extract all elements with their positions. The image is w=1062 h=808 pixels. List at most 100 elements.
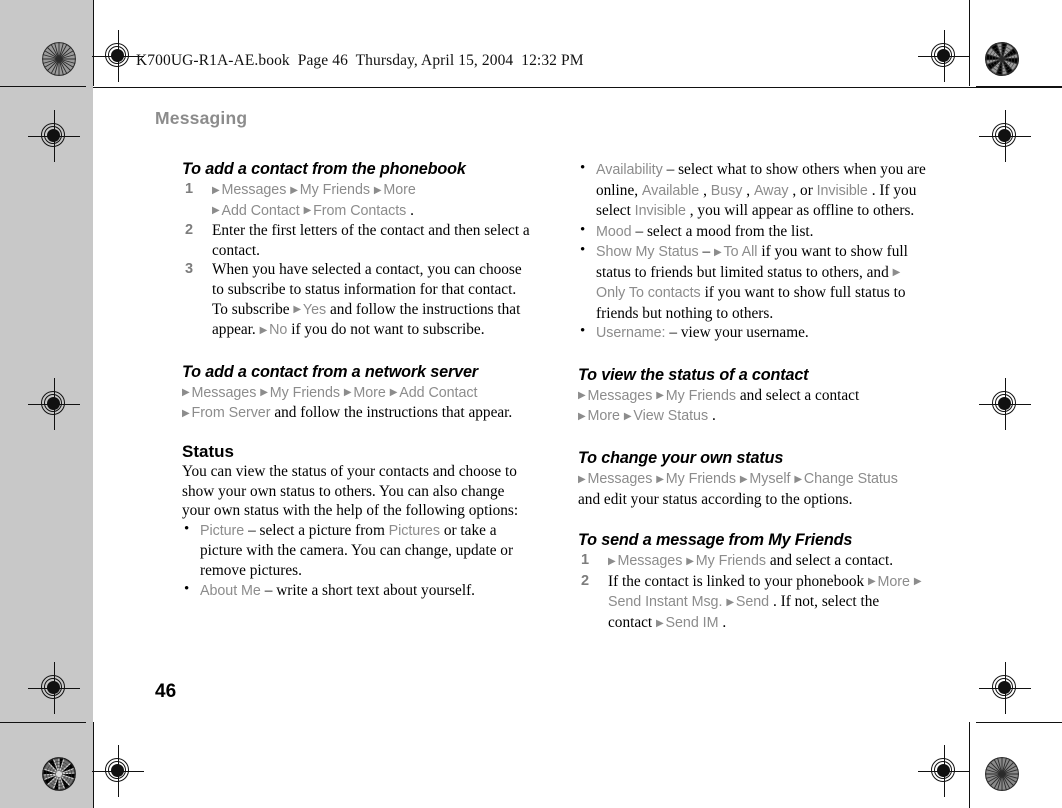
ui-reference: Add Contact: [399, 384, 478, 401]
step-text: ▶ Messages ▶ My Friends and select a con…: [608, 552, 894, 570]
bullets-status-options-left: • Picture – select a picture from Pictur…: [182, 521, 530, 601]
bullet-icon: •: [580, 160, 586, 176]
bullet-icon: •: [580, 242, 586, 259]
ui-reference: Change Status: [803, 471, 898, 488]
registration-target-bottom-right: [918, 745, 970, 797]
path-arrow-icon: ▶: [608, 555, 617, 567]
registration-target-mid-right: [979, 378, 1031, 430]
ui-reference: Send: [735, 594, 773, 611]
list-item: • Show My Status – ▶ To All if you want …: [578, 242, 926, 323]
trim-line-left-upper-horizontal: [0, 86, 86, 88]
step-text-cont: ▶ Add Contact ▶ From Contacts .: [212, 201, 414, 219]
right-text-column: • Availability – select what to show oth…: [578, 160, 926, 634]
steps-add-contact-phonebook: 1 ▶ Messages ▶ My Friends ▶ More ▶ Add C…: [182, 180, 530, 341]
ui-reference: My Friends: [695, 553, 770, 570]
ui-reference: Send Instant Msg.: [608, 594, 727, 611]
steps-send-message-my-friends: 1 ▶ Messages ▶ My Friends and select a c…: [578, 551, 926, 633]
path-arrow-icon: ▶: [373, 184, 383, 196]
path-arrow-icon: ▶: [739, 473, 749, 485]
ui-reference: View Status: [633, 408, 712, 425]
registration-target-bottom-left-inner: [28, 662, 80, 714]
registration-rosette-bottom-right: [985, 757, 1019, 791]
ui-reference: Send IM: [665, 615, 723, 631]
path-arrow-icon: ▶: [656, 617, 665, 629]
ui-reference: More: [877, 573, 914, 590]
path-arrow-icon: ▶: [623, 410, 633, 422]
list-item-text: Show My Status – ▶ To All if you want to…: [596, 243, 908, 322]
path-arrow-icon: ▶: [656, 390, 665, 402]
ui-reference: Myself: [749, 471, 795, 488]
path-arrow-icon: ▶: [212, 205, 221, 217]
left-text-column: To add a contact from the phonebook 1 ▶ …: [182, 160, 530, 601]
heading-view-status-contact: To view the status of a contact: [578, 365, 809, 384]
heading-change-own-status: To change your own status: [578, 449, 784, 468]
step-item: 1 ▶ Messages ▶ My Friends and select a c…: [578, 551, 926, 572]
path-arrow-icon: ▶: [868, 576, 877, 588]
registration-rosette-top-right: [985, 42, 1019, 76]
paragraph-add-contact-network-server: ▶ Messages ▶ My Friends ▶ More ▶ Add Con…: [182, 384, 513, 422]
path-arrow-icon: ▶: [578, 410, 587, 422]
path-arrow-icon: ▶: [389, 387, 399, 399]
running-head-chapter: Messaging: [155, 108, 248, 128]
ui-reference: No: [269, 322, 292, 339]
ui-reference: From Contacts: [313, 202, 411, 219]
ui-reference: More: [383, 182, 416, 198]
path-arrow-icon: ▶: [343, 387, 353, 399]
registration-target-top-right-inner: [979, 110, 1031, 162]
ui-reference: My Friends: [269, 384, 344, 401]
heading-status: Status: [182, 441, 234, 461]
step-item: 1 ▶ Messages ▶ My Friends ▶ More ▶ Add C…: [182, 180, 530, 221]
bullet-icon: •: [184, 520, 190, 537]
ui-reference: Messages: [587, 471, 657, 488]
path-arrow-icon: ▶: [182, 407, 191, 419]
list-item: • Username: – view your username.: [578, 323, 926, 344]
heading-add-contact-phonebook: To add a contact from the phonebook: [182, 160, 466, 178]
ui-reference: To All: [723, 244, 762, 261]
ui-reference: My Friends: [299, 182, 374, 198]
ui-reference: Invisible: [634, 203, 690, 220]
step-text: If the contact is linked to your phonebo…: [608, 572, 923, 631]
path-arrow-icon: ▶: [578, 473, 587, 485]
paragraph-status-intro: You can view the status of your contacts…: [182, 462, 519, 520]
registration-target-top-left-inner: [28, 110, 80, 162]
step-item: 2 If the contact is linked to your phone…: [578, 572, 926, 634]
path-arrow-icon: ▶: [794, 473, 803, 485]
step-number: 3: [185, 261, 194, 278]
ui-reference: From Server: [191, 405, 275, 422]
ui-reference: Picture: [200, 522, 249, 539]
step-item: 2 Enter the first letters of the contact…: [182, 221, 530, 260]
list-item: • Picture – select a picture from Pictur…: [182, 521, 530, 581]
step-text: ▶ Messages ▶ My Friends ▶ More: [212, 181, 416, 198]
list-item-text: Username: – view your username.: [596, 324, 809, 342]
list-item: • Availability – select what to show oth…: [578, 160, 926, 222]
paragraph-view-status-contact: ▶ Messages ▶ My Friends and select a con…: [578, 386, 860, 425]
path-arrow-icon: ▶: [259, 324, 269, 336]
ui-reference: Messages: [191, 384, 261, 401]
trim-line-left-lower-horizontal: [0, 722, 86, 724]
page-number: 46: [155, 681, 177, 702]
ui-reference: Only To contacts: [596, 285, 705, 302]
path-arrow-icon: ▶: [182, 387, 191, 399]
ui-reference: Busy: [710, 182, 747, 199]
list-item-text: Picture – select a picture from Pictures…: [200, 521, 514, 579]
list-item-text: About Me – write a short text about your…: [200, 581, 475, 599]
step-number: 2: [581, 572, 590, 589]
ui-reference: Messages: [617, 553, 687, 570]
path-arrow-icon: ▶: [290, 184, 299, 196]
path-arrow-icon: ▶: [656, 473, 665, 485]
path-arrow-icon: ▶: [686, 555, 695, 567]
bullet-icon: •: [580, 221, 586, 238]
ui-reference: About Me: [200, 582, 265, 599]
book-file-header: K700UG-R1A-AE.book Page 46 Thursday, Apr…: [136, 52, 584, 69]
ui-reference: Add Contact: [221, 202, 304, 219]
ui-reference: Messages: [221, 182, 291, 198]
ui-reference: Availability: [596, 162, 667, 178]
ui-reference: Available: [641, 182, 704, 199]
ui-reference: Show My Status: [596, 244, 703, 261]
path-arrow-icon: ▶: [212, 184, 221, 196]
ui-reference: Invisible: [816, 182, 872, 199]
path-arrow-icon: ▶: [260, 387, 269, 399]
heading-add-contact-network-server: To add a contact from a network server: [182, 362, 478, 381]
trim-line-right-lower-horizontal: [976, 722, 1062, 724]
heading-send-message-my-friends: To send a message from My Friends: [578, 531, 853, 550]
